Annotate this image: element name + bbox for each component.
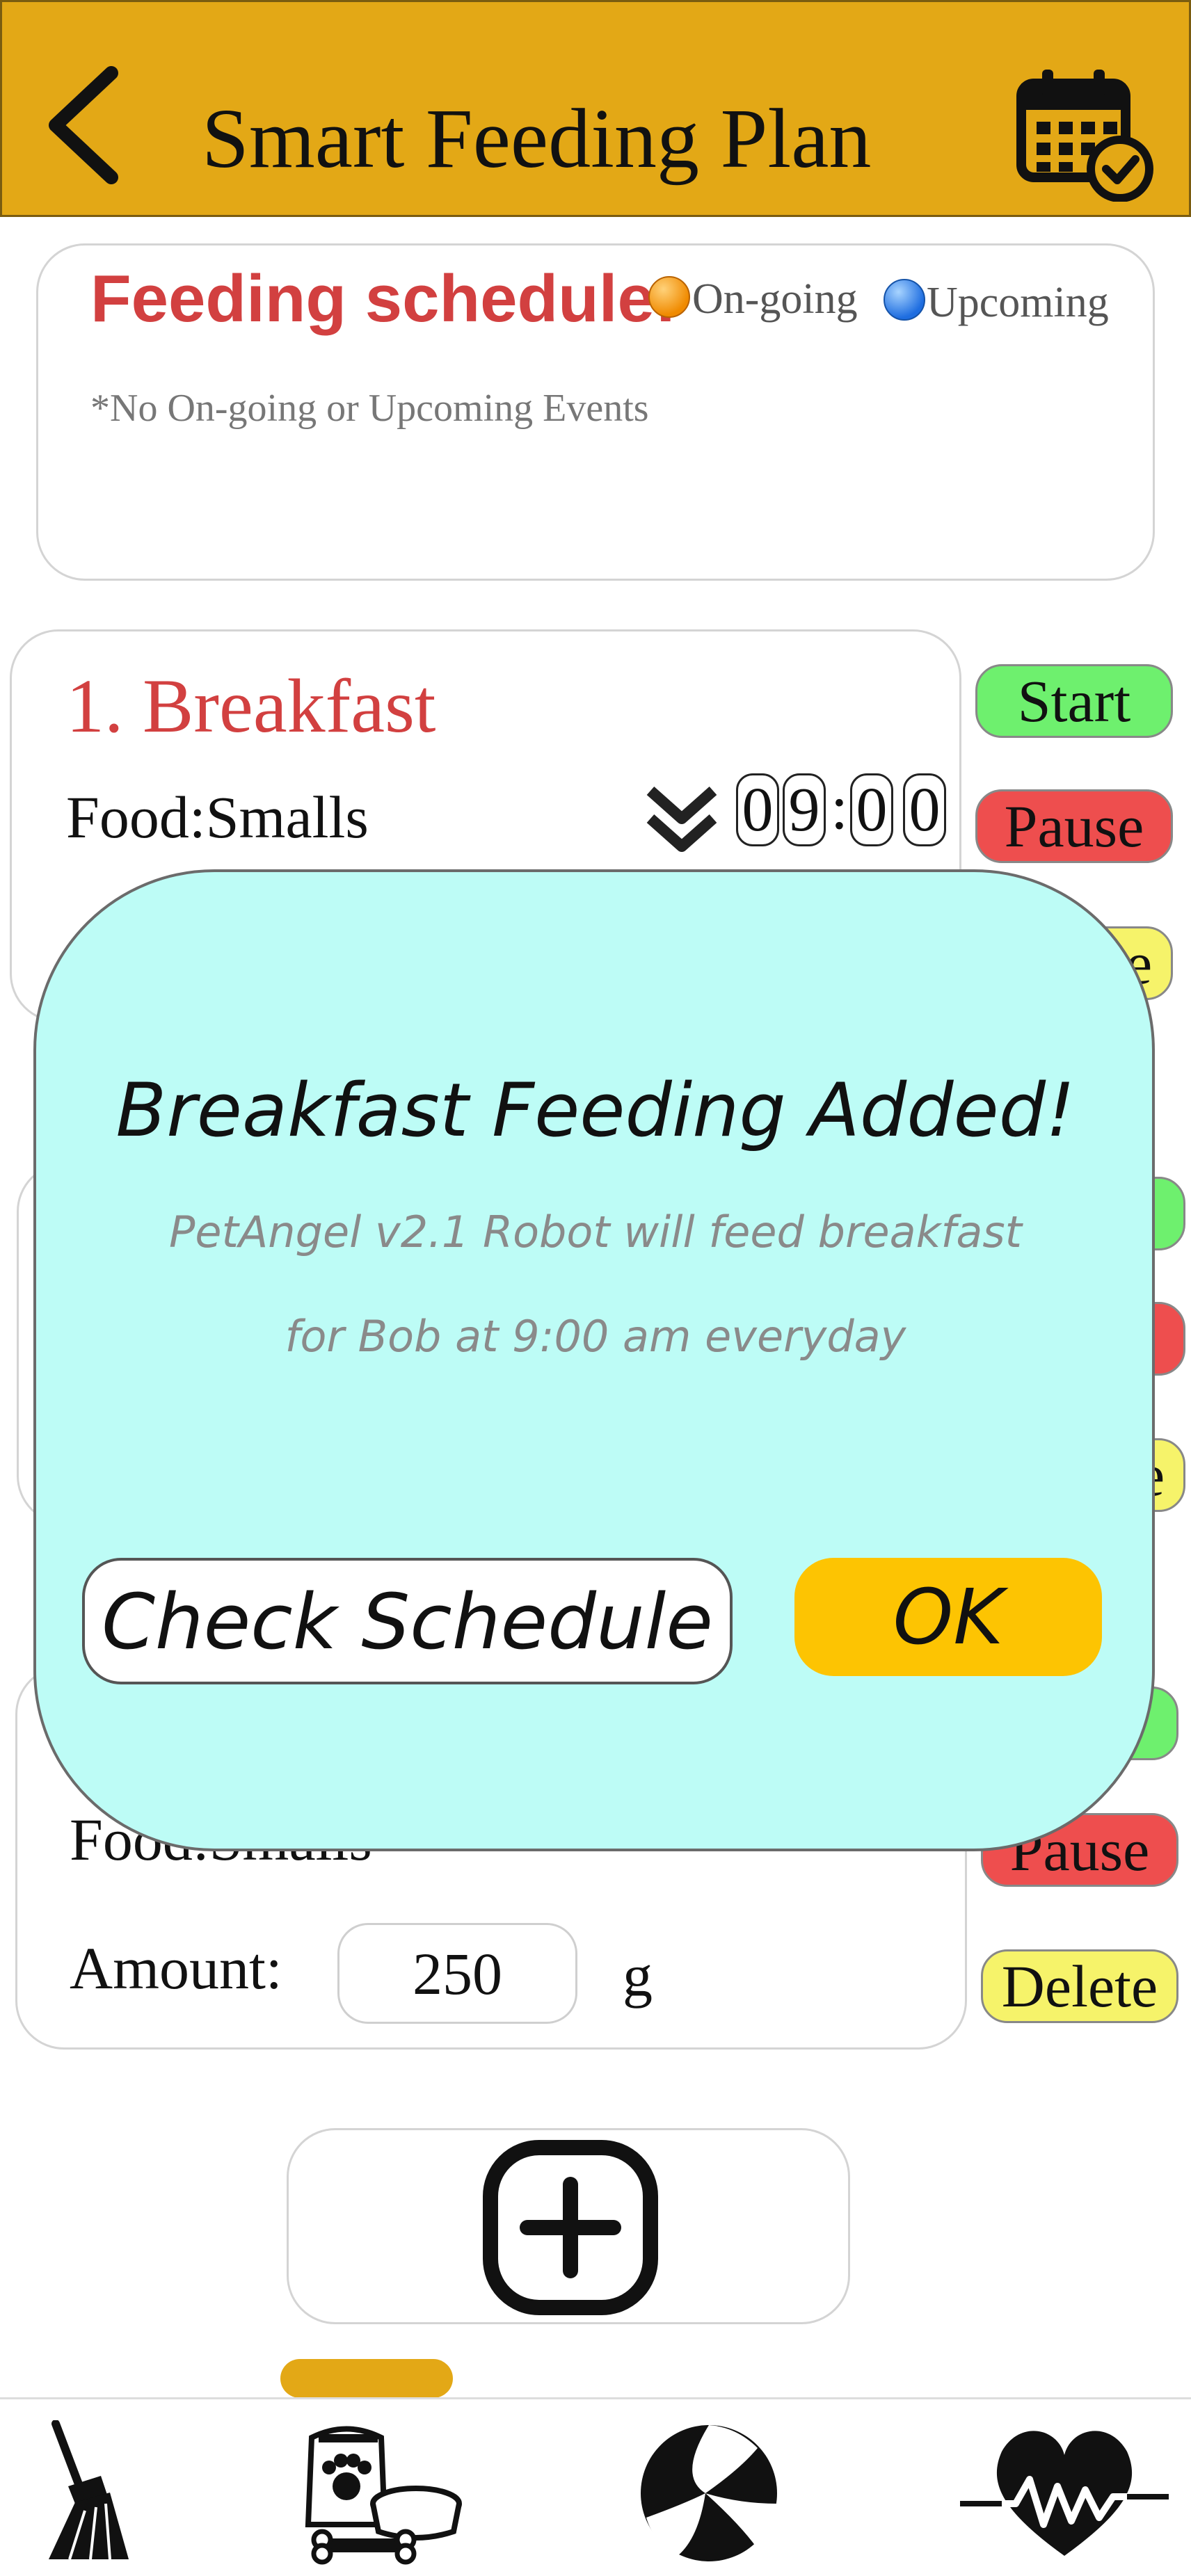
- start-button[interactable]: Start: [975, 664, 1173, 738]
- plus-icon[interactable]: [482, 2139, 659, 2316]
- time-digit[interactable]: 0: [736, 773, 779, 846]
- ball-icon[interactable]: [636, 2420, 782, 2566]
- upcoming-dot-icon: [884, 279, 925, 321]
- meal-title: 1. Breakfast: [66, 663, 436, 748]
- back-arrow-icon[interactable]: [42, 66, 125, 184]
- active-tab-indicator: [280, 2359, 453, 2398]
- unit-label: g: [623, 1942, 653, 2009]
- amount-label: Amount:: [70, 1935, 282, 2002]
- broom-icon[interactable]: [35, 2420, 132, 2566]
- pet-food-icon[interactable]: [298, 2420, 465, 2566]
- check-schedule-button[interactable]: Check Schedule: [82, 1558, 733, 1684]
- page-title: Smart Feeding Plan: [202, 92, 872, 186]
- amount-input[interactable]: 250: [337, 1923, 577, 2024]
- pause-button[interactable]: Pause: [975, 789, 1173, 863]
- ongoing-dot-icon: [648, 276, 690, 318]
- chevron-down-icon[interactable]: [644, 780, 720, 857]
- legend-upcoming: Upcoming: [927, 279, 1109, 326]
- dialog-message-line2: for Bob at 9:00 am everyday: [285, 1311, 906, 1362]
- legend-ongoing: On-going: [692, 275, 858, 323]
- heart-rate-icon[interactable]: [960, 2420, 1169, 2566]
- dialog-title: Breakfast Feeding Added!: [115, 1068, 1076, 1153]
- calendar-check-icon[interactable]: [1016, 66, 1155, 202]
- schedule-title: Feeding schedule:: [90, 261, 677, 336]
- time-colon: :: [831, 773, 849, 842]
- delete-button[interactable]: Delete: [981, 1949, 1178, 2023]
- ok-button[interactable]: OK: [794, 1558, 1102, 1676]
- time-digit[interactable]: 0: [850, 773, 893, 846]
- schedule-note: *No On-going or Upcoming Events: [90, 387, 649, 430]
- time-digit[interactable]: 9: [783, 773, 826, 846]
- time-digit[interactable]: 0: [903, 773, 946, 846]
- nav-divider: [0, 2397, 1191, 2399]
- dialog-message-line1: PetAngel v2.1 Robot will feed breakfast: [169, 1207, 1022, 1257]
- food-label: Food:Smalls: [66, 784, 369, 851]
